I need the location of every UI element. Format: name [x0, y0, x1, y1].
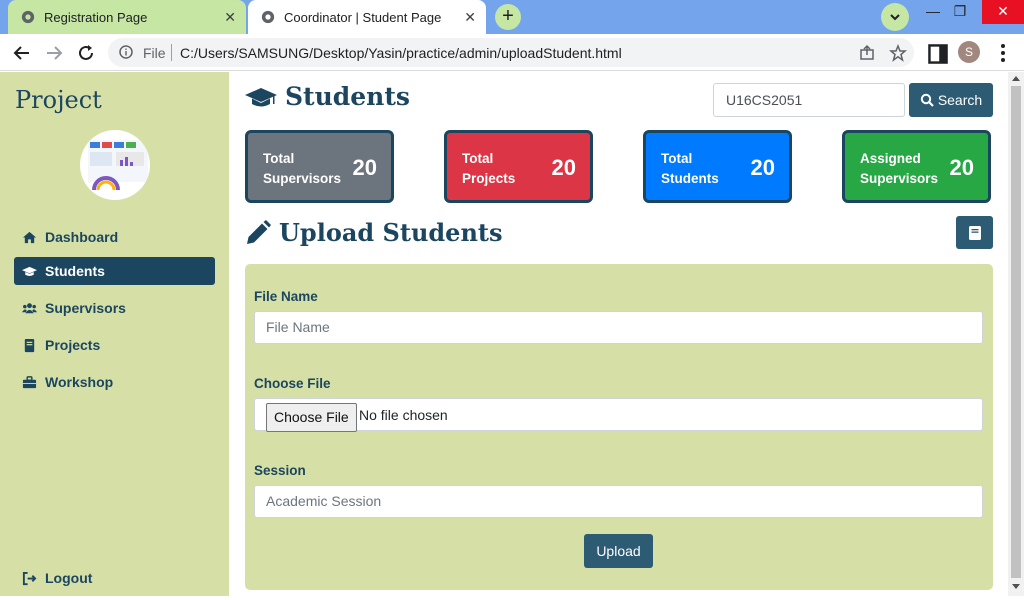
page-title: Students — [245, 82, 410, 111]
chevron-down-icon — [890, 14, 900, 21]
brand-title: Project — [15, 86, 102, 114]
new-tab-button[interactable]: + — [495, 4, 521, 30]
session-label: Session — [254, 463, 306, 478]
graduation-cap-icon — [22, 266, 37, 276]
stat-value: 20 — [551, 155, 576, 180]
maximize-window-button[interactable]: ❐ — [943, 0, 977, 24]
sidebar-item-students[interactable]: Students — [14, 257, 215, 285]
share-icon[interactable] — [858, 44, 876, 62]
globe-icon — [21, 10, 35, 24]
file-name-label: File Name — [254, 289, 318, 304]
stat-card-total-students: Total Students 20 — [643, 130, 792, 203]
page-title-text: Students — [285, 82, 410, 111]
close-tab-icon[interactable]: ✕ — [464, 9, 476, 26]
search-icon — [920, 93, 934, 107]
search-button-label: Search — [937, 92, 983, 108]
stat-value: 20 — [750, 155, 775, 180]
dashboard-preview-graphic — [88, 140, 148, 191]
book-button[interactable] — [956, 216, 993, 249]
file-name-input[interactable]: File Name — [254, 311, 983, 344]
logout-label: Logout — [45, 570, 93, 586]
tab-title: Coordinator | Student Page — [284, 10, 442, 25]
back-arrow-icon[interactable] — [11, 42, 33, 64]
file-name-placeholder: File Name — [266, 319, 330, 335]
scroll-down-arrow[interactable] — [1012, 584, 1020, 589]
url-text[interactable]: C:/Users/SAMSUNG/Desktop/Yasin/practice/… — [180, 45, 622, 61]
sidebar-item-label: Students — [45, 263, 105, 279]
book-icon — [968, 225, 981, 240]
more-menu-icon[interactable] — [992, 42, 1014, 64]
stat-value: 20 — [352, 155, 377, 180]
upload-button[interactable]: Upload — [584, 534, 653, 568]
scrollbar[interactable] — [1008, 72, 1024, 596]
tab-search-button[interactable] — [881, 3, 909, 31]
session-placeholder: Academic Session — [266, 493, 382, 509]
choose-file-button[interactable]: Choose File — [266, 403, 357, 432]
address-bar: File C:/Users/SAMSUNG/Desktop/Yasin/prac… — [0, 34, 1024, 71]
sidebar-item-workshop[interactable]: Workshop — [14, 368, 215, 396]
file-chooser-status: No file chosen — [359, 407, 448, 423]
tab-title: Registration Page — [44, 10, 148, 25]
scrollbar-thumb[interactable] — [1011, 86, 1021, 578]
forward-arrow-icon[interactable] — [43, 42, 65, 64]
scroll-up-arrow[interactable] — [1012, 76, 1020, 81]
bookmark-star-icon[interactable] — [889, 44, 907, 62]
stat-card-assigned-supervisors: Assigned Supervisors 20 — [842, 130, 991, 203]
home-icon — [22, 231, 37, 243]
stat-card-total-supervisors: Total Supervisors 20 — [245, 130, 394, 203]
globe-icon — [261, 10, 275, 24]
tab-coordinator-student-page[interactable]: Coordinator | Student Page ✕ — [248, 0, 486, 34]
briefcase-icon — [22, 375, 37, 388]
close-tab-icon[interactable]: ✕ — [224, 9, 236, 26]
reload-icon[interactable] — [75, 42, 97, 64]
profile-avatar[interactable]: S — [958, 41, 980, 63]
omnibox-divider — [171, 44, 172, 61]
scheme-label: File — [143, 45, 166, 61]
sidebar-item-label: Dashboard — [45, 229, 119, 245]
search-button[interactable]: Search — [909, 83, 993, 117]
section-title: Upload Students — [245, 218, 503, 247]
search-input-value: U16CS2051 — [726, 92, 803, 108]
browser-tab-strip: Registration Page ✕ Coordinator | Studen… — [0, 0, 1024, 34]
section-title-text: Upload Students — [279, 218, 503, 247]
stat-label: Assigned Supervisors — [860, 151, 939, 186]
sidebar-item-dashboard[interactable]: Dashboard — [14, 223, 215, 251]
file-chooser[interactable]: Choose File No file chosen — [254, 398, 983, 432]
session-input[interactable]: Academic Session — [254, 485, 983, 518]
upload-form: File Name File Name Choose File Choose F… — [245, 264, 993, 590]
logout-link[interactable]: Logout — [14, 564, 215, 592]
users-icon — [22, 302, 37, 313]
sidebar-item-label: Supervisors — [45, 300, 126, 316]
main-content: Students U16CS2051 Search Total Supervis… — [229, 72, 1008, 596]
search-input[interactable]: U16CS2051 — [713, 83, 905, 117]
info-icon[interactable] — [119, 45, 133, 59]
sidebar-item-supervisors[interactable]: Supervisors — [14, 294, 215, 322]
dashboard-thumbnail-image — [80, 130, 150, 200]
omnibox[interactable]: File C:/Users/SAMSUNG/Desktop/Yasin/prac… — [108, 38, 914, 67]
stat-label: Total Supervisors — [263, 151, 342, 186]
sidebar: Project Dashboard Students Supervisors P… — [0, 72, 229, 596]
choose-file-label: Choose File — [254, 376, 331, 391]
stat-label: Total Students — [661, 151, 719, 186]
side-panel-icon[interactable] — [927, 43, 949, 65]
sidebar-item-label: Projects — [45, 337, 101, 353]
pencil-icon — [247, 219, 271, 244]
sidebar-item-projects[interactable]: Projects — [14, 331, 215, 359]
graduation-cap-icon — [245, 87, 277, 106]
close-window-button[interactable]: ✕ — [982, 0, 1024, 24]
stat-card-total-projects: Total Projects 20 — [444, 130, 593, 203]
stat-value: 20 — [949, 155, 974, 180]
sidebar-item-label: Workshop — [45, 374, 114, 390]
book-icon — [24, 338, 35, 352]
tab-registration-page[interactable]: Registration Page ✕ — [8, 0, 246, 34]
logout-icon — [22, 571, 37, 585]
stat-label: Total Projects — [462, 151, 516, 186]
